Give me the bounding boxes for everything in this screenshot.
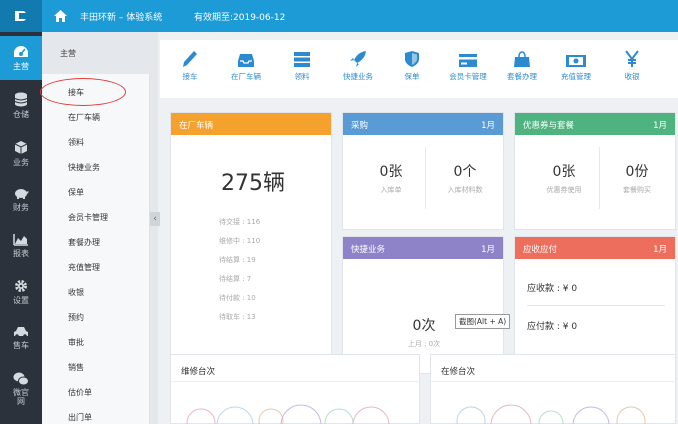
coupon-stat-purchased: 0份 套餐购买 xyxy=(623,164,651,194)
nav-storage[interactable]: 仓储 xyxy=(0,84,42,128)
card-header: 快捷业务 1月 xyxy=(343,237,503,259)
yen-icon xyxy=(625,50,639,67)
submenu-item-appointment[interactable]: 预约 xyxy=(68,312,84,323)
vehicle-stat-row: 待结算 : 7 xyxy=(219,275,252,283)
nav-car-sale[interactable]: 售车 xyxy=(0,316,42,360)
collapse-arrow-icon[interactable]: ‹ xyxy=(150,212,160,226)
nav-business[interactable]: 业务 xyxy=(0,132,42,176)
nav-label: 微官网 xyxy=(13,388,29,406)
car-icon xyxy=(14,326,28,338)
inbox-icon xyxy=(238,54,254,67)
database-icon xyxy=(14,92,28,107)
nav-report[interactable]: 报表 xyxy=(0,224,42,268)
decorative-circles xyxy=(186,404,390,424)
nav-label: 售车 xyxy=(13,340,29,350)
pencil-icon xyxy=(183,51,197,67)
vehicle-stat-row: 待取车 : 13 xyxy=(219,313,256,321)
vehicle-stat-row: 待交接 : 116 xyxy=(219,218,261,226)
app-logo[interactable] xyxy=(0,0,42,32)
quick-member-card[interactable]: 会员卡管理 xyxy=(442,46,494,82)
receivable-amount: 应收款 : ¥ 0 xyxy=(527,284,578,294)
quick-policy[interactable]: 保单 xyxy=(386,46,438,82)
submenu-item-policy[interactable]: 保单 xyxy=(68,187,84,198)
submenu-item-in-factory[interactable]: 在厂车辆 xyxy=(68,112,100,123)
vehicle-total: 275辆 xyxy=(221,171,285,196)
submenu-item-estimate[interactable]: 估价单 xyxy=(68,387,92,398)
highlight-circle xyxy=(40,78,126,106)
rocket-icon xyxy=(350,51,366,67)
quick-package[interactable]: 套餐办理 xyxy=(496,46,548,82)
nav-finance[interactable]: 财务 xyxy=(0,178,42,222)
submenu-scrollbar[interactable] xyxy=(150,32,158,424)
piggy-bank-icon xyxy=(15,189,29,199)
card-icon xyxy=(459,54,477,67)
quick-reception[interactable]: 接车 xyxy=(164,46,216,82)
submenu-item-quick-business[interactable]: 快捷业务 xyxy=(68,162,100,173)
submenu-item-approval[interactable]: 审批 xyxy=(68,337,84,348)
card-header: 优惠券与套餐 1月 xyxy=(515,113,675,135)
nav-label: 业务 xyxy=(13,158,29,167)
quick-business-count: 0次 上月 : 0次 xyxy=(407,318,441,348)
card-in-factory-vehicles[interactable]: 在厂车辆 275辆 待交接 : 116 维修中 : 110 待结算 : 19 待… xyxy=(170,112,332,374)
payable-amount: 应付款 : ¥ 0 xyxy=(527,322,578,332)
quick-recharge[interactable]: 充值管理 xyxy=(550,46,602,82)
nav-settings[interactable]: 设置 xyxy=(0,270,42,314)
quick-quick-business[interactable]: 快捷业务 xyxy=(332,46,384,82)
decorative-circles xyxy=(456,404,646,424)
quick-in-factory[interactable]: 在厂车辆 xyxy=(220,46,272,82)
server-icon xyxy=(294,52,310,67)
nav-label: 财务 xyxy=(13,203,29,212)
nav-micro-site[interactable]: 微官网 xyxy=(0,362,42,416)
card-header: 在厂车辆 xyxy=(171,113,331,135)
area-chart-icon xyxy=(13,234,28,246)
home-icon[interactable] xyxy=(52,8,68,24)
nav-label: 设置 xyxy=(13,295,29,305)
expire-date: 有效期至:2019-06-12 xyxy=(194,13,286,23)
card-header: 应收应付 1月 xyxy=(515,237,675,259)
gear-icon xyxy=(15,279,27,292)
cube-icon xyxy=(14,141,28,154)
vehicle-stat-row: 维修中 : 110 xyxy=(219,237,261,245)
nav-label: 主营 xyxy=(13,61,29,71)
submenu-item-package[interactable]: 套餐办理 xyxy=(68,237,100,248)
quick-materials[interactable]: 领料 xyxy=(276,46,328,82)
quick-cashier[interactable]: 收银 xyxy=(606,46,658,82)
submenu-item-cashier[interactable]: 收银 xyxy=(68,287,84,298)
bag-icon xyxy=(514,51,530,67)
purchase-stat-materials: 0个 入库材料数 xyxy=(447,164,483,194)
vehicle-stat-row: 待付款 : 10 xyxy=(219,294,256,302)
submenu-item-exit-slip[interactable]: 出门单 xyxy=(68,412,92,423)
card-in-repair-count[interactable]: 在修台次 xyxy=(430,354,677,424)
system-title: 丰田环新 – 体验系统 xyxy=(80,13,163,23)
purchase-stat-orders: 0张 入库单 xyxy=(379,164,403,194)
nav-label: 仓储 xyxy=(13,110,29,119)
nav-main[interactable]: 主营 xyxy=(0,36,42,80)
money-icon xyxy=(566,55,586,67)
main-content: 接车 在厂车辆 领料 快捷业务 保单 会员卡管理 套餐办理 充值管理 收银 在厂… xyxy=(160,32,678,424)
card-repair-count[interactable]: 维修台次 xyxy=(170,354,421,424)
submenu-item-sales[interactable]: 销售 xyxy=(68,362,84,373)
dashboard-icon xyxy=(14,45,28,57)
screenshot-tooltip: 截图(Alt + A) xyxy=(455,314,511,329)
card-purchase[interactable]: 采购 1月 0张 入库单 0个 入库材料数 xyxy=(342,112,504,230)
card-coupon-package[interactable]: 优惠券与套餐 1月 0张 优惠券使用 0份 套餐购买 xyxy=(514,112,676,230)
vehicle-stat-row: 待结算 : 19 xyxy=(219,256,256,264)
coupon-stat-used: 0张 优惠券使用 xyxy=(546,164,582,194)
quick-actions-bar: 接车 在厂车辆 领料 快捷业务 保单 会员卡管理 套餐办理 充值管理 收银 xyxy=(160,40,678,98)
submenu-item-member-card[interactable]: 会员卡管理 xyxy=(68,212,108,223)
submenu-item-materials[interactable]: 领料 xyxy=(68,137,84,148)
main-nav: 主营 仓储 业务 财务 报表 设置 售车 微官网 xyxy=(0,32,42,424)
card-header: 采购 1月 xyxy=(343,113,503,135)
top-bar: 丰田环新 – 体验系统 有效期至:2019-06-12 xyxy=(0,0,678,32)
shield-icon xyxy=(405,51,419,67)
submenu-item-recharge[interactable]: 充值管理 xyxy=(68,262,100,273)
submenu-header: 主营 xyxy=(42,32,150,74)
wechat-icon xyxy=(13,372,29,386)
nav-label: 报表 xyxy=(13,249,29,258)
